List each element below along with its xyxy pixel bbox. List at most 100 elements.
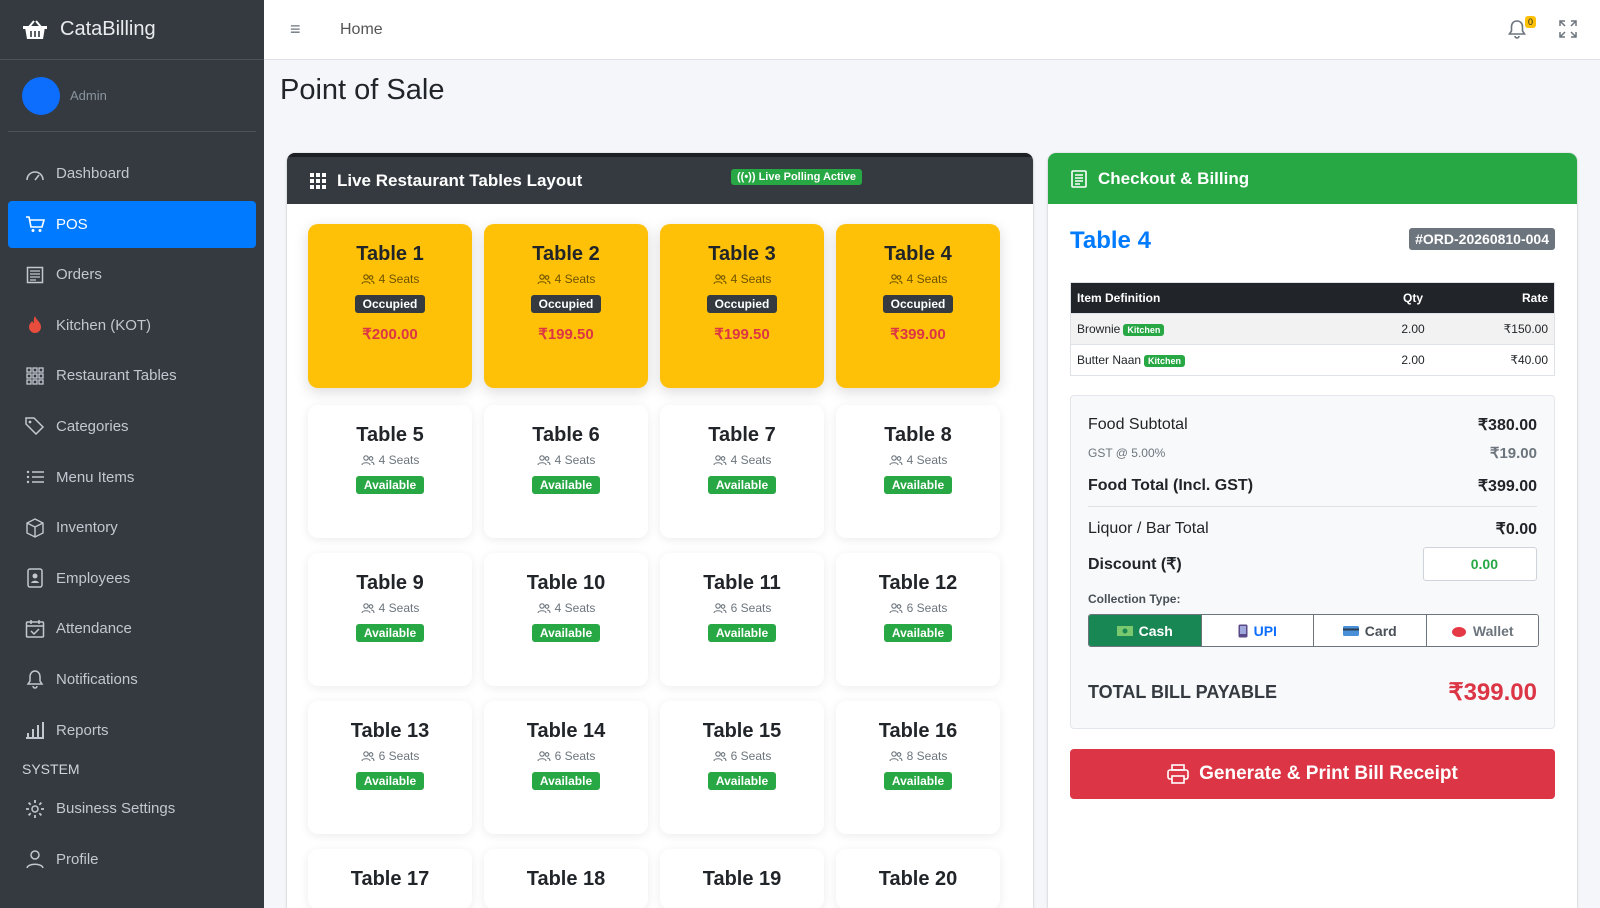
col-rate: Rate (1445, 282, 1555, 314)
sidebar-item-inventory[interactable]: Inventory (8, 504, 256, 551)
table-card[interactable]: Table 15 6 Seats Available (660, 701, 824, 834)
table-card[interactable]: Table 16 8 Seats Available (836, 701, 1000, 834)
sidebar-item-employees[interactable]: Employees (8, 555, 256, 602)
table-row[interactable]: Butter Naan Kitchen 2.00 ₹40.00 (1070, 344, 1555, 376)
table-status-badge: Available (355, 476, 425, 494)
collection-label-row: Collection Type: (1088, 592, 1537, 606)
pay-wallet-button[interactable]: Wallet (1426, 615, 1538, 646)
table-card[interactable]: Table 19 (660, 849, 824, 908)
food-subtotal-label: Food Subtotal (1088, 416, 1188, 433)
menu-toggle-icon[interactable]: ≡ (290, 19, 310, 40)
table-card[interactable]: Table 2 4 Seats Occupied ₹199.50 (484, 224, 648, 388)
discount-input[interactable]: 0.00 (1423, 547, 1537, 581)
seats-label: 4 Seats (730, 272, 772, 286)
gst-value: ₹19.00 (1489, 445, 1537, 462)
seats-label: 4 Seats (378, 272, 420, 286)
pay-cash-label: Cash (1138, 622, 1173, 639)
sidebar-item-menu-items[interactable]: Menu Items (8, 454, 256, 501)
sidebar-item-business-settings[interactable]: Business Settings (8, 785, 256, 832)
generate-bill-button[interactable]: Generate & Print Bill Receipt (1070, 749, 1555, 799)
table-row[interactable]: Brownie Kitchen 2.00 ₹150.00 (1070, 313, 1555, 345)
table-seats: 6 Seats (484, 749, 648, 763)
sidebar-item-label: Profile (56, 850, 99, 868)
phone-icon (1238, 624, 1248, 637)
table-status-badge: Available (707, 772, 777, 790)
seats-label: 4 Seats (730, 453, 772, 467)
sidebar-item-label: POS (56, 215, 88, 233)
liquor-value: ₹0.00 (1495, 521, 1537, 538)
table-card[interactable]: Table 9 4 Seats Available (308, 553, 472, 686)
table-card[interactable]: Table 17 (308, 849, 472, 908)
sidebar-item-label: Menu Items (56, 468, 135, 486)
sidebar-item-kitchen-kot[interactable]: Kitchen (KOT) (8, 302, 256, 349)
table-card[interactable]: Table 3 4 Seats Occupied ₹199.50 (660, 224, 824, 388)
table-card[interactable]: Table 1 4 Seats Occupied ₹200.00 (308, 224, 472, 388)
users-icon (713, 602, 727, 614)
sidebar-item-label: Reports (56, 721, 109, 739)
table-name: Table 13 (350, 720, 430, 742)
sidebar-item-dashboard[interactable]: Dashboard (8, 150, 256, 197)
table-card[interactable]: Table 6 4 Seats Available (484, 405, 648, 538)
table-card[interactable]: Table 8 4 Seats Available (836, 405, 1000, 538)
pay-card-label: Card (1364, 622, 1397, 639)
table-name: Table 11 (703, 572, 781, 594)
table-amount: ₹199.50 (538, 326, 594, 343)
sidebar-item-notifications[interactable]: Notifications (8, 656, 256, 703)
order-items-table: Item Definition Qty Rate Brownie Kitchen … (1070, 282, 1555, 376)
kitchen-badge: Kitchen (1123, 324, 1165, 336)
table-card[interactable]: Table 5 4 Seats Available (308, 405, 472, 538)
table-card[interactable]: Table 7 4 Seats Available (660, 405, 824, 538)
sidebar-item-reports[interactable]: Reports (8, 707, 256, 754)
table-card[interactable]: Table 10 4 Seats Available (484, 553, 648, 686)
sidebar-item-orders[interactable]: Orders (8, 251, 256, 298)
table-status-badge: Available (707, 476, 777, 494)
fullscreen-icon[interactable] (1558, 19, 1578, 39)
tables-panel-title: Live Restaurant Tables Layout (337, 170, 583, 190)
sidebar-item-pos[interactable]: POS (8, 200, 256, 248)
table-name: Table 2 (532, 243, 600, 265)
total-payable-label: TOTAL BILL PAYABLE (1088, 682, 1278, 702)
sidebar-item-profile[interactable]: Profile (8, 836, 256, 883)
wallet-icon (1451, 626, 1466, 637)
pay-upi-button[interactable]: UPI (1201, 615, 1314, 646)
brand[interactable]: CataBilling (0, 0, 264, 60)
table-name: Table 6 (532, 424, 600, 446)
sidebar-item-attendance[interactable]: Attendance (8, 605, 256, 652)
food-total-label: Food Total (Incl. GST) (1088, 477, 1254, 494)
tables-panel-header: Live Restaurant Tables Layout ((•)) Live… (287, 153, 1033, 204)
seats-label: 4 Seats (554, 272, 596, 286)
seats-label: 4 Seats (906, 272, 948, 286)
table-card[interactable]: Table 11 6 Seats Available (660, 553, 824, 686)
live-polling-badge: ((•)) Live Polling Active (731, 169, 862, 185)
user-panel[interactable]: Admin (8, 60, 256, 132)
table-status-badge: Available (883, 772, 953, 790)
pay-card-button[interactable]: Card (1314, 615, 1427, 646)
table-card[interactable]: Table 20 (836, 849, 1000, 908)
table-status-badge: Available (531, 772, 601, 790)
table-card[interactable]: Table 18 (484, 849, 648, 908)
users-icon (361, 454, 375, 466)
table-card[interactable]: Table 12 6 Seats Available (836, 553, 1000, 686)
table-name: Table 17 (350, 868, 430, 890)
table-card[interactable]: Table 13 6 Seats Available (308, 701, 472, 834)
col-qty: Qty (1380, 282, 1446, 314)
breadcrumb-home[interactable]: Home (340, 21, 383, 39)
sidebar-item-label: Dashboard (56, 165, 130, 182)
grid-icon (310, 172, 326, 189)
sidebar-item-label: Inventory (56, 519, 118, 537)
receipt-icon (1071, 169, 1087, 188)
table-name: Table 14 (526, 720, 606, 742)
orders-icon (24, 265, 46, 285)
table-card[interactable]: Table 4 4 Seats Occupied ₹399.00 (836, 224, 1000, 388)
sidebar-item-label: Categories (56, 417, 129, 435)
pay-cash-button[interactable]: Cash (1089, 615, 1202, 646)
table-card[interactable]: Table 14 6 Seats Available (484, 701, 648, 834)
cart-icon (24, 214, 46, 234)
pay-upi-label: UPI (1253, 622, 1277, 639)
table-status-badge: Available (883, 476, 953, 494)
seats-label: 6 Seats (554, 749, 596, 763)
sidebar-item-restaurant-tables[interactable]: Restaurant Tables (8, 352, 256, 399)
table-status-badge: Available (355, 772, 425, 790)
table-status-badge: Available (531, 476, 601, 494)
sidebar-item-categories[interactable]: Categories (8, 403, 256, 450)
